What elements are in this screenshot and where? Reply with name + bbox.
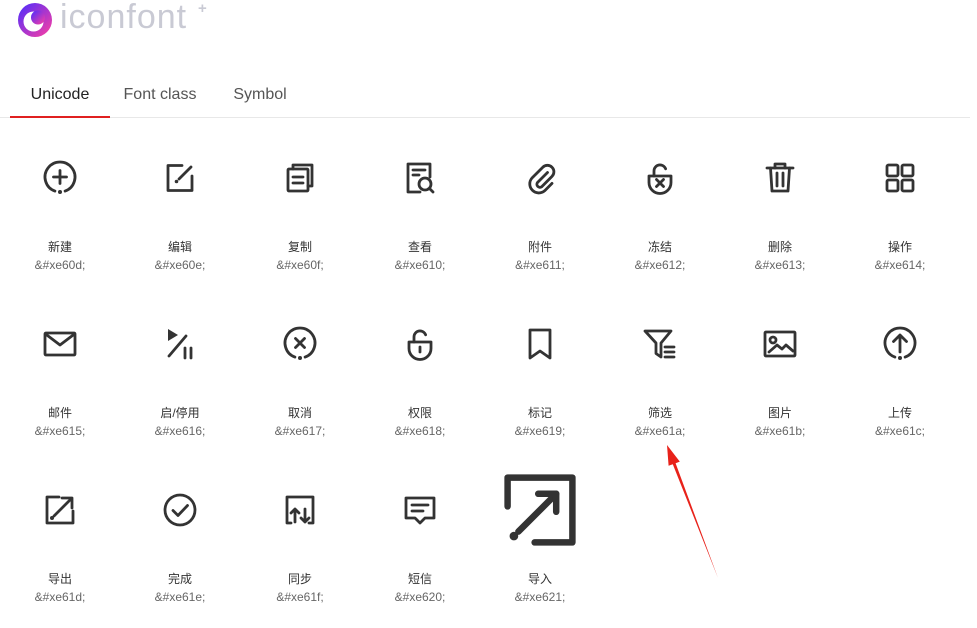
icon-unicode: &#xe615; [34, 424, 86, 438]
icon-unicode: &#xe61e; [154, 590, 206, 604]
tab-symbol[interactable]: Symbol [210, 74, 310, 118]
icon-name: 复制 [287, 240, 312, 254]
icon-item: 编辑 &#xe60e; [120, 136, 240, 286]
icon-name: 查看 [407, 240, 432, 254]
tab-bar: Unicode Font class Symbol [10, 74, 310, 118]
icon-name: 冻结 [647, 240, 672, 254]
icon-unicode: &#xe621; [514, 590, 566, 604]
icon-unicode: &#xe616; [154, 424, 206, 438]
icon-unicode: &#xe61b; [754, 424, 806, 438]
tab-unicode[interactable]: Unicode [10, 74, 110, 118]
icon-name: 导入 [527, 572, 552, 586]
upload-icon [883, 326, 917, 360]
icon-item: 附件 &#xe611; [480, 136, 600, 286]
icon-name: 操作 [887, 240, 912, 254]
iconfont-logo[interactable]: iconfont + [17, 0, 217, 40]
icon-item: 新建 &#xe60d; [0, 136, 120, 286]
icon-name: 上传 [887, 406, 912, 420]
trash-icon [765, 162, 795, 193]
icon-name: 取消 [287, 406, 312, 420]
icon-unicode: &#xe60d; [34, 258, 86, 272]
icon-name: 启/停用 [160, 406, 200, 420]
icon-item: 冻结 &#xe612; [600, 136, 720, 286]
icon-unicode: &#xe612; [634, 258, 686, 272]
icon-item: 图片 &#xe61b; [720, 302, 840, 452]
check-circle-icon [163, 493, 197, 527]
icon-name: 筛选 [647, 406, 672, 420]
icon-item: 短信 &#xe620; [360, 468, 480, 618]
icon-unicode: &#xe60e; [154, 258, 206, 272]
icon-name: 删除 [767, 240, 792, 254]
icon-item: 邮件 &#xe615; [0, 302, 120, 452]
icon-name: 标记 [527, 406, 552, 420]
icon-name: 导出 [47, 572, 72, 586]
icon-item: 复制 &#xe60f; [240, 136, 360, 286]
add-circle-icon [43, 160, 77, 194]
icon-unicode: &#xe61f; [276, 590, 324, 604]
view-document-icon [406, 162, 435, 194]
icon-unicode: &#xe61a; [634, 424, 686, 438]
icon-name: 邮件 [47, 406, 72, 420]
logo-plus-mark: + [198, 0, 207, 17]
unlock-icon [407, 329, 433, 361]
icon-unicode: &#xe610; [394, 258, 446, 272]
icon-name: 附件 [527, 240, 552, 254]
icon-item: 操作 &#xe614; [840, 136, 960, 286]
sync-icon [285, 495, 315, 525]
message-icon [404, 496, 436, 525]
icon-item: 完成 &#xe61e; [120, 468, 240, 618]
icon-name: 同步 [287, 572, 312, 586]
icon-unicode: &#xe614; [874, 258, 926, 272]
icon-name: 图片 [767, 406, 792, 420]
icon-name: 短信 [407, 572, 432, 586]
icon-item: 删除 &#xe613; [720, 136, 840, 286]
play-pause-icon [167, 329, 193, 360]
image-icon [763, 330, 797, 358]
icon-item: 上传 &#xe61c; [840, 302, 960, 452]
icon-unicode: &#xe619; [514, 424, 566, 438]
export-icon [45, 495, 75, 525]
paperclip-icon [528, 163, 556, 195]
icon-item: 同步 &#xe61f; [240, 468, 360, 618]
close-circle-icon [283, 326, 317, 360]
icon-unicode: &#xe611; [515, 258, 565, 272]
icon-item: 标记 &#xe619; [480, 302, 600, 452]
icon-name: 新建 [47, 240, 72, 254]
iconfont-logo-icon [18, 3, 52, 37]
icon-item: 取消 &#xe617; [240, 302, 360, 452]
edit-icon [166, 164, 194, 192]
grid-icon [885, 163, 915, 193]
icon-item: 筛选 &#xe61a; [600, 302, 720, 452]
icon-unicode: &#xe61c; [874, 424, 926, 438]
icon-item: 查看 &#xe610; [360, 136, 480, 286]
copy-icon [286, 163, 314, 193]
icon-unicode: &#xe61d; [34, 590, 86, 604]
icon-unicode: &#xe618; [394, 424, 446, 438]
icon-grid: 新建 &#xe60d; 编辑 &#xe60e; 复制 &#xe60f; 查看 &… [0, 136, 960, 618]
icon-name: 完成 [167, 572, 192, 586]
icon-item: 启/停用 &#xe616; [120, 302, 240, 452]
icon-name: 权限 [407, 406, 432, 420]
icon-unicode: &#xe617; [274, 424, 326, 438]
icon-item: 导出 &#xe61d; [0, 468, 120, 618]
lock-x-icon [647, 163, 673, 195]
icon-item: 导入 &#xe621; [480, 468, 600, 618]
tab-font-class[interactable]: Font class [110, 74, 210, 118]
icon-unicode: &#xe613; [754, 258, 806, 272]
icon-item: 权限 &#xe618; [360, 302, 480, 452]
mail-icon [43, 331, 77, 357]
logo-wordmark: iconfont [60, 0, 188, 36]
bookmark-icon [528, 328, 552, 360]
icon-unicode: &#xe620; [394, 590, 446, 604]
import-icon [504, 474, 576, 546]
filter-icon [643, 329, 676, 359]
icon-unicode: &#xe60f; [276, 258, 324, 272]
icon-name: 编辑 [167, 240, 192, 254]
